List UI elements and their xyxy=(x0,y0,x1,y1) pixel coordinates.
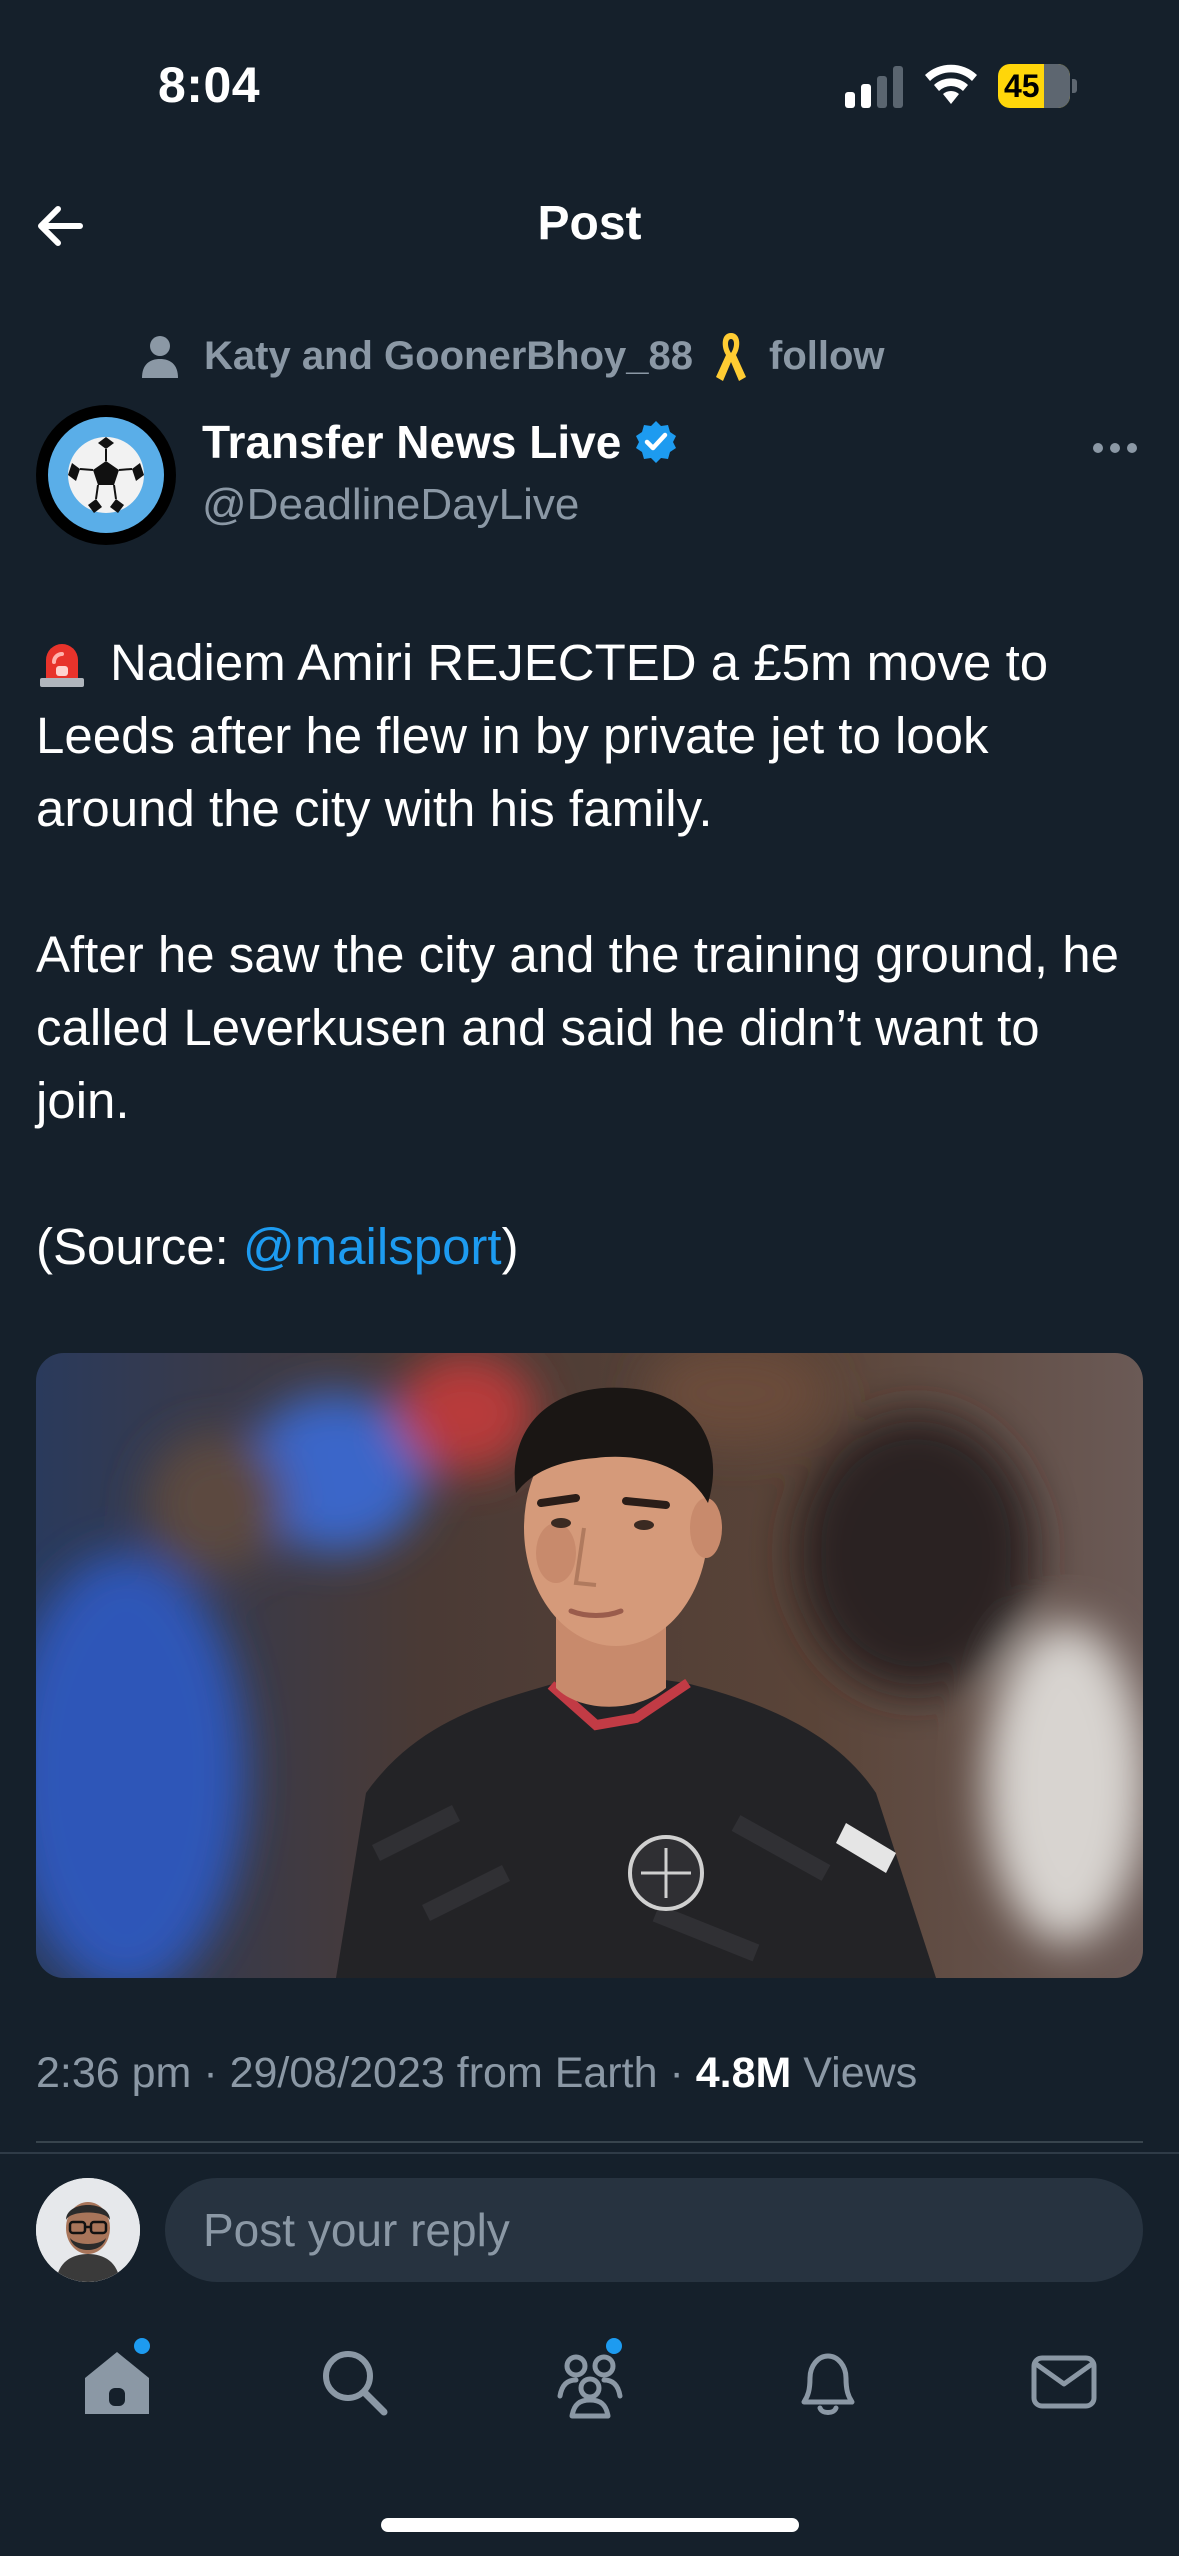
status-time: 8:04 xyxy=(158,57,261,113)
battery-level: 45 xyxy=(1004,68,1040,104)
reply-input[interactable] xyxy=(165,2178,1143,2282)
tweet-paragraph-2: After he saw the city and the training g… xyxy=(36,926,1120,1129)
wifi-icon xyxy=(925,64,977,104)
tweet-paragraph-1-text: Nadiem Amiri REJECTED a £5m move to Leed… xyxy=(36,634,1049,837)
battery-icon: 45 xyxy=(998,64,1080,108)
player-photo xyxy=(36,1353,1143,1978)
tweet-image[interactable] xyxy=(36,1353,1143,1978)
source-prefix: (Source: xyxy=(36,1218,243,1275)
person-icon xyxy=(142,336,178,378)
post-date: 29/08/2023 xyxy=(229,2049,445,2097)
home-notification-dot xyxy=(134,2338,150,2354)
communities-icon[interactable] xyxy=(552,2344,628,2420)
home-icon[interactable] xyxy=(79,2344,155,2420)
soccer-ball-icon xyxy=(68,437,144,513)
divider xyxy=(36,2141,1143,2143)
tweet-text: Nadiem Amiri REJECTED a £5m move to Leed… xyxy=(36,626,1146,1356)
tweet-meta: 2:36 pm · 29/08/2023 from Earth · 4.8M V… xyxy=(36,2049,918,2097)
yellow-ribbon-icon xyxy=(716,333,747,381)
tweet-paragraph-1: Nadiem Amiri REJECTED a £5m move to Leed… xyxy=(36,626,1146,845)
more-options-icon[interactable] xyxy=(1090,428,1140,468)
social-context[interactable]: Katy and GoonerBhoy_88 follow xyxy=(140,330,885,382)
post-time: 2:36 pm xyxy=(36,2049,192,2097)
communities-notification-dot xyxy=(606,2338,622,2354)
arrow-left-icon[interactable] xyxy=(30,196,90,256)
post-origin: from Earth xyxy=(456,2049,658,2097)
messages-icon[interactable] xyxy=(1026,2344,1102,2420)
author-handle[interactable]: @DeadlineDayLive xyxy=(202,480,579,530)
follow-text: follow xyxy=(769,333,885,378)
social-context-text: Katy and GoonerBhoy_88 xyxy=(204,333,694,378)
views-count[interactable]: 4.8M xyxy=(696,2049,792,2097)
memoji-avatar-icon xyxy=(36,2178,140,2282)
page-title: Post xyxy=(537,197,642,250)
notifications-icon[interactable] xyxy=(790,2344,866,2420)
tweet-source: (Source: @mailsport) xyxy=(36,1210,1146,1283)
views-label: Views xyxy=(803,2049,918,2097)
source-suffix: ) xyxy=(501,1218,519,1275)
verified-badge-icon xyxy=(636,421,677,463)
home-indicator xyxy=(381,2518,799,2532)
user-avatar[interactable] xyxy=(36,2178,140,2282)
cellular-signal-icon xyxy=(845,62,905,108)
search-icon[interactable] xyxy=(316,2344,392,2420)
rotating-light-emoji-icon xyxy=(40,644,84,687)
mention-link[interactable]: @mailsport xyxy=(243,1218,502,1275)
author-avatar[interactable] xyxy=(36,405,176,545)
author-name-text: Transfer News Live xyxy=(202,416,622,468)
author-name[interactable]: Transfer News Live xyxy=(202,415,679,469)
divider xyxy=(0,2152,1179,2154)
